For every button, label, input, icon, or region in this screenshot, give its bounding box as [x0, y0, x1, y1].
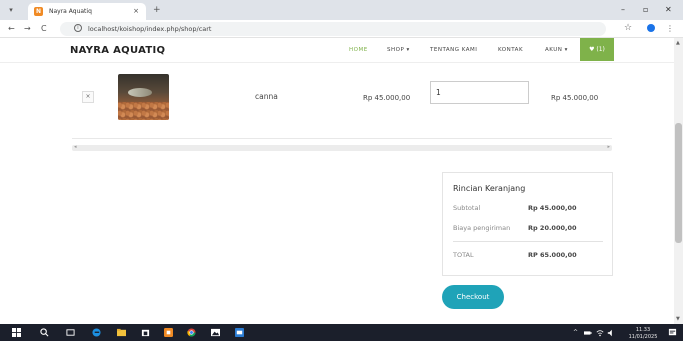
- fish-image-detail: [128, 88, 152, 97]
- product-total: Rp 45.000,00: [551, 94, 599, 102]
- total-label: TOTAL: [453, 251, 474, 259]
- product-name[interactable]: canna: [255, 92, 278, 102]
- bookmark-star-icon[interactable]: ☆: [624, 23, 632, 34]
- summary-divider: [453, 241, 603, 242]
- site-header: NAYRA AQUATIQ HOME SHOP ▾ TENTANG KAMI K…: [0, 38, 674, 63]
- scroll-left-icon[interactable]: ◂: [74, 144, 77, 150]
- close-window-icon[interactable]: ✕: [665, 4, 672, 16]
- site-info-icon[interactable]: i: [74, 24, 82, 32]
- clock-time[interactable]: 11.33: [621, 327, 665, 333]
- battery-icon[interactable]: [584, 329, 592, 337]
- scroll-up-icon[interactable]: ▲: [676, 40, 680, 46]
- app-blue-icon[interactable]: [235, 328, 244, 337]
- address-bar: ← → C i localhost/koishop/index.php/shop…: [0, 20, 683, 38]
- summary-title: Rincian Keranjang: [453, 184, 526, 193]
- table-row: × canna Rp 45.000,00 Rp 45.000,00: [72, 66, 612, 146]
- app-orange-icon[interactable]: [164, 328, 173, 337]
- taskbar: ^ 11.33 11/01/2025: [0, 324, 683, 341]
- tab-title: Nayra Aquatiq: [49, 8, 92, 15]
- brand-logo[interactable]: NAYRA AQUATIQ: [70, 44, 165, 57]
- tray-chevron-icon[interactable]: ^: [573, 330, 578, 336]
- browser-tab[interactable]: N Nayra Aquatiq ×: [28, 3, 146, 20]
- forward-icon[interactable]: →: [24, 23, 31, 35]
- volume-icon[interactable]: [607, 329, 615, 337]
- file-explorer-icon[interactable]: [117, 328, 126, 337]
- url-field[interactable]: i localhost/koishop/index.php/shop/cart: [60, 22, 606, 36]
- profile-icon[interactable]: [647, 24, 655, 32]
- browser-menu-icon[interactable]: ⋮: [666, 23, 674, 34]
- scrollbar-thumb[interactable]: [675, 123, 682, 243]
- windows-start-icon[interactable]: [12, 328, 21, 337]
- maximize-icon[interactable]: ▫: [643, 4, 648, 16]
- scroll-right-icon[interactable]: ▸: [607, 144, 610, 150]
- tab-search-icon[interactable]: ▾: [6, 5, 16, 15]
- product-price: Rp 45.000,00: [363, 94, 411, 102]
- network-icon[interactable]: [596, 329, 604, 337]
- tab-close-icon[interactable]: ×: [133, 6, 139, 17]
- shipping-label: Biaya pengiriman: [453, 224, 511, 232]
- browser-tab-bar: ▾ N Nayra Aquatiq × + – ▫ ✕: [0, 0, 683, 20]
- task-view-icon[interactable]: [66, 328, 75, 337]
- nav-account[interactable]: AKUN ▾: [545, 46, 568, 54]
- chrome-icon[interactable]: [187, 328, 196, 337]
- reload-icon[interactable]: C: [41, 23, 47, 35]
- shipping-value: Rp 20.000,00: [528, 224, 577, 232]
- total-value: RP 65.000,00: [528, 251, 577, 259]
- new-tab-button[interactable]: +: [153, 4, 161, 16]
- cart-summary: Rincian Keranjang Subtotal Rp 45.000,00 …: [442, 172, 613, 276]
- notification-icon[interactable]: [668, 328, 677, 337]
- nav-home[interactable]: HOME: [349, 46, 368, 54]
- quantity-input[interactable]: [430, 81, 529, 104]
- checkout-button[interactable]: Checkout: [442, 285, 504, 309]
- subtotal-label: Subtotal: [453, 204, 481, 212]
- page-content: NAYRA AQUATIQ HOME SHOP ▾ TENTANG KAMI K…: [0, 38, 683, 324]
- nav-contact[interactable]: KONTAK: [498, 46, 523, 54]
- store-icon[interactable]: [141, 328, 150, 337]
- clock-date[interactable]: 11/01/2025: [621, 334, 665, 340]
- search-icon[interactable]: [40, 328, 49, 337]
- cart-button[interactable]: ♥ (1): [580, 38, 614, 61]
- table-horizontal-scrollbar[interactable]: ◂ ▸: [72, 144, 612, 151]
- remove-item-button[interactable]: ×: [82, 91, 94, 103]
- favicon-icon: N: [34, 7, 43, 16]
- nav-about[interactable]: TENTANG KAMI: [430, 46, 477, 54]
- edge-icon[interactable]: [92, 328, 101, 337]
- back-icon[interactable]: ←: [8, 23, 15, 35]
- page-scrollbar[interactable]: ▲ ▼: [674, 38, 683, 324]
- subtotal-value: Rp 45.000,00: [528, 204, 577, 212]
- product-image[interactable]: [118, 74, 169, 120]
- url-text[interactable]: localhost/koishop/index.php/shop/cart: [88, 24, 211, 34]
- photos-icon[interactable]: [211, 328, 220, 337]
- scroll-down-icon[interactable]: ▼: [676, 316, 680, 322]
- nav-shop[interactable]: SHOP ▾: [387, 46, 410, 54]
- gravel-image-detail: [118, 102, 169, 120]
- minimize-icon[interactable]: –: [621, 4, 625, 16]
- row-divider: [72, 138, 612, 139]
